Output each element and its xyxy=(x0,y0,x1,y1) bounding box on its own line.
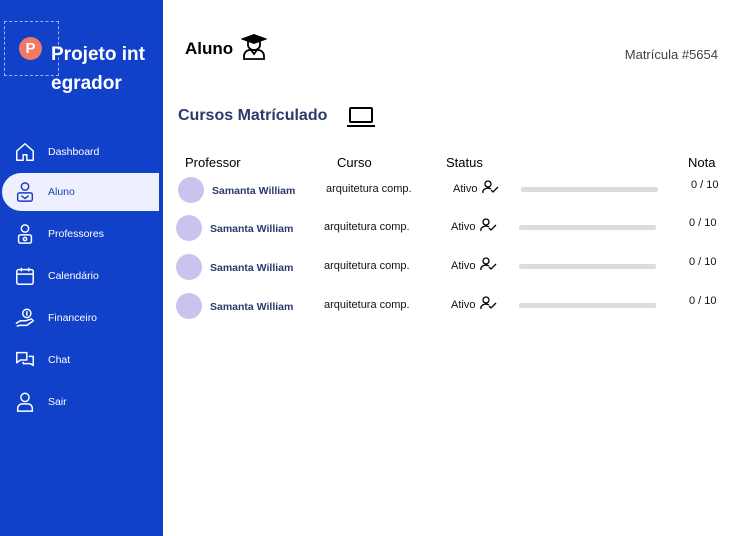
user-check-icon xyxy=(480,257,497,271)
sidebar-item-dashboard[interactable]: Dashboard xyxy=(0,133,163,171)
table-row[interactable]: Samanta William arquitetura comp. Ativo … xyxy=(0,252,753,282)
column-header-course: Curso xyxy=(337,155,372,170)
logout-user-icon xyxy=(16,392,34,412)
user-check-icon xyxy=(480,218,497,232)
progress-bar xyxy=(519,303,656,308)
course-name: arquitetura comp. xyxy=(324,299,410,311)
sidebar-item-label: Sair xyxy=(48,396,67,408)
status-text: Ativo xyxy=(451,299,476,311)
table-row[interactable]: Samanta William arquitetura comp. Ativo … xyxy=(0,213,753,243)
status-text: Ativo xyxy=(451,260,476,272)
column-header-status: Status xyxy=(446,155,483,170)
course-name: arquitetura comp. xyxy=(324,260,410,272)
progress-bar xyxy=(519,264,656,269)
avatar xyxy=(176,254,202,280)
chat-icon xyxy=(16,351,34,367)
course-name: arquitetura comp. xyxy=(324,221,410,233)
professor-name: Samanta William xyxy=(212,185,296,197)
user-check-icon xyxy=(482,180,499,194)
app-title: Projeto integrador xyxy=(51,44,145,94)
column-header-professor: Professor xyxy=(185,155,241,170)
sidebar-item-sair[interactable]: Sair xyxy=(0,383,163,421)
table-row[interactable]: Samanta William arquitetura comp. Ativo … xyxy=(0,175,753,205)
professor-name: Samanta William xyxy=(210,262,294,274)
professor-name: Samanta William xyxy=(210,301,294,313)
grade-value: 0 / 10 xyxy=(689,295,717,307)
registration-number: Matrícula #5654 xyxy=(624,47,718,62)
graduate-icon xyxy=(241,34,267,60)
status-text: Ativo xyxy=(451,221,476,233)
avatar xyxy=(176,215,202,241)
sidebar-item-label: Dashboard xyxy=(48,146,100,158)
progress-bar xyxy=(519,225,656,230)
column-header-grade: Nota xyxy=(688,155,716,170)
professor-name: Samanta William xyxy=(210,223,294,235)
page-title: Aluno xyxy=(185,39,234,58)
sidebar-item-chat[interactable]: Chat xyxy=(0,341,163,379)
progress-bar xyxy=(521,187,658,192)
grade-value: 0 / 10 xyxy=(689,217,717,229)
grade-value: 0 / 10 xyxy=(691,179,719,191)
avatar xyxy=(178,177,204,203)
section-title: Cursos Matrículado xyxy=(178,107,328,124)
sidebar-item-label: Chat xyxy=(48,354,71,366)
status-text: Ativo xyxy=(453,183,478,195)
laptop-icon xyxy=(347,107,375,127)
user-check-icon xyxy=(480,296,497,310)
course-name: arquitetura comp. xyxy=(326,183,412,195)
logo-badge[interactable]: P xyxy=(19,37,42,60)
home-icon xyxy=(16,143,34,161)
avatar xyxy=(176,293,202,319)
grade-value: 0 / 10 xyxy=(689,256,717,268)
table-row[interactable]: Samanta William arquitetura comp. Ativo … xyxy=(0,291,753,321)
